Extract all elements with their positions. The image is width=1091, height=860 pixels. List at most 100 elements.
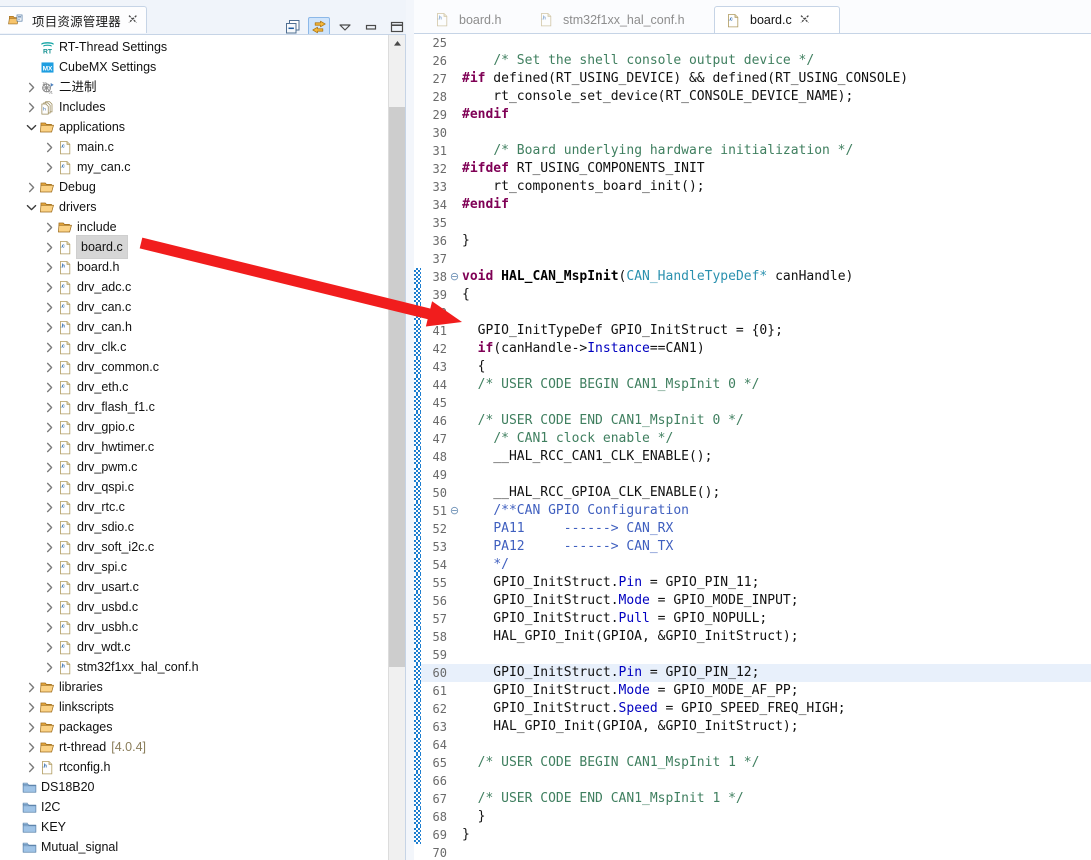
code-line[interactable]: 59	[414, 646, 1091, 664]
fold-collapse-icon[interactable]: ⊖	[449, 502, 460, 520]
chevron-right-icon[interactable]	[42, 557, 56, 577]
code-line[interactable]: 38 ⊖ void HAL_CAN_MspInit(CAN_HandleTypeDe…	[414, 268, 1091, 286]
chevron-right-icon[interactable]	[42, 357, 56, 377]
tree-item-main.c[interactable]: .c main.c	[0, 137, 388, 157]
code-line[interactable]: 65 /* USER CODE BEGIN CAN1_MspInit 1 */	[414, 754, 1091, 772]
tree-item-CubeMXSettings[interactable]: MX CubeMX Settings	[0, 57, 388, 77]
code-line[interactable]: 62 GPIO_InitStruct.Speed = GPIO_SPEED_FR…	[414, 700, 1091, 718]
chevron-right-icon[interactable]	[42, 297, 56, 317]
tree-scrollbar[interactable]	[388, 35, 405, 860]
chevron-right-icon[interactable]	[24, 677, 38, 697]
tree-item-drv_eth.c[interactable]: .c drv_eth.c	[0, 377, 388, 397]
code-line[interactable]: 40	[414, 304, 1091, 322]
chevron-right-icon[interactable]	[42, 497, 56, 517]
chevron-right-icon[interactable]	[42, 237, 56, 257]
code-line[interactable]: 53 PA12 ------> CAN_TX	[414, 538, 1091, 556]
tree-item-drv_usbh.c[interactable]: .c drv_usbh.c	[0, 617, 388, 637]
tree-item-rtconfig.h[interactable]: .h rtconfig.h	[0, 757, 388, 777]
chevron-right-icon[interactable]	[24, 97, 38, 117]
tree-item-include[interactable]: include	[0, 217, 388, 237]
code-line[interactable]: 54 */	[414, 556, 1091, 574]
code-line[interactable]: 27 #if defined(RT_USING_DEVICE) && define…	[414, 70, 1091, 88]
tree-item-stm32f1xx_hal_conf.h[interactable]: .h stm32f1xx_hal_conf.h	[0, 657, 388, 677]
tree-item-board.h[interactable]: .h board.h	[0, 257, 388, 277]
close-icon[interactable]	[800, 14, 810, 27]
code-line[interactable]: 63 HAL_GPIO_Init(GPIOA, &GPIO_InitStruct…	[414, 718, 1091, 736]
close-icon[interactable]	[128, 14, 138, 26]
chevron-right-icon[interactable]	[42, 537, 56, 557]
chevron-right-icon[interactable]	[42, 217, 56, 237]
tree-item-KEY[interactable]: KEY	[0, 817, 388, 837]
tree-item-drv_hwtimer.c[interactable]: .c drv_hwtimer.c	[0, 437, 388, 457]
tree-item-RT-ThreadSettings[interactable]: RT RT-Thread Settings	[0, 37, 388, 57]
code-line[interactable]: 28 rt_console_set_device(RT_CONSOLE_DEVI…	[414, 88, 1091, 106]
tree-item-linkscripts[interactable]: linkscripts	[0, 697, 388, 717]
tree-item-libraries[interactable]: libraries	[0, 677, 388, 697]
code-line[interactable]: 43 {	[414, 358, 1091, 376]
code-line[interactable]: 56 GPIO_InitStruct.Mode = GPIO_MODE_INPU…	[414, 592, 1091, 610]
code-line[interactable]: 50 __HAL_RCC_GPIOA_CLK_ENABLE();	[414, 484, 1091, 502]
tree-item-drv_flash_f1.c[interactable]: .c drv_flash_f1.c	[0, 397, 388, 417]
code-line[interactable]: 70	[414, 844, 1091, 860]
tree-item-DS18B20[interactable]: DS18B20	[0, 777, 388, 797]
code-line[interactable]: 58 HAL_GPIO_Init(GPIOA, &GPIO_InitStruct…	[414, 628, 1091, 646]
code-line[interactable]: 34 #endif	[414, 196, 1091, 214]
tree-item-drv_usbd.c[interactable]: .c drv_usbd.c	[0, 597, 388, 617]
code-line[interactable]: 51 ⊖ /**CAN GPIO Configuration	[414, 502, 1091, 520]
chevron-right-icon[interactable]	[42, 417, 56, 437]
tree-item-drivers[interactable]: drivers	[0, 197, 388, 217]
code-line[interactable]: 66	[414, 772, 1091, 790]
code-line[interactable]: 39 {	[414, 286, 1091, 304]
code-line[interactable]: 44 /* USER CODE BEGIN CAN1_MspInit 0 */	[414, 376, 1091, 394]
sash-splitter[interactable]	[406, 0, 414, 860]
code-line[interactable]: 41 GPIO_InitTypeDef GPIO_InitStruct = {0…	[414, 322, 1091, 340]
code-line[interactable]: 33 rt_components_board_init();	[414, 178, 1091, 196]
code-line[interactable]: 49	[414, 466, 1091, 484]
chevron-right-icon[interactable]	[42, 457, 56, 477]
tree-item-drv_can.c[interactable]: .c drv_can.c	[0, 297, 388, 317]
editor-tab-stm32f1xx_hal_conf.h[interactable]: .h stm32f1xx_hal_conf.h	[528, 6, 714, 33]
code-line[interactable]: 67 /* USER CODE END CAN1_MspInit 1 */	[414, 790, 1091, 808]
chevron-right-icon[interactable]	[42, 337, 56, 357]
tree-item-rt-thread[interactable]: rt-thread [4.0.4]	[0, 737, 388, 757]
chevron-right-icon[interactable]	[24, 77, 38, 97]
code-line[interactable]: 61 GPIO_InitStruct.Mode = GPIO_MODE_AF_P…	[414, 682, 1091, 700]
project-tree[interactable]: RT RT-Thread Settings MX CubeMX Settings 10 0…	[0, 37, 388, 857]
scroll-up-icon[interactable]	[389, 35, 405, 52]
tree-item-I2C[interactable]: I2C	[0, 797, 388, 817]
tree-item-drv_common.c[interactable]: .c drv_common.c	[0, 357, 388, 377]
tree-item-drv_clk.c[interactable]: .c drv_clk.c	[0, 337, 388, 357]
fold-collapse-icon[interactable]: ⊖	[449, 268, 460, 286]
chevron-right-icon[interactable]	[42, 657, 56, 677]
chevron-right-icon[interactable]	[42, 517, 56, 537]
chevron-down-icon[interactable]	[24, 117, 38, 137]
code-line[interactable]: 60 GPIO_InitStruct.Pin = GPIO_PIN_12;	[414, 664, 1091, 682]
code-line[interactable]: 45	[414, 394, 1091, 412]
tree-item-drv_sdio.c[interactable]: .c drv_sdio.c	[0, 517, 388, 537]
code-line[interactable]: 31 /* Board underlying hardware initiali…	[414, 142, 1091, 160]
code-line[interactable]: 64	[414, 736, 1091, 754]
tree-item-drv_rtc.c[interactable]: .c drv_rtc.c	[0, 497, 388, 517]
tree-item-Includes[interactable]: h Includes	[0, 97, 388, 117]
code-line[interactable]: 37	[414, 250, 1091, 268]
tree-item-drv_qspi.c[interactable]: .c drv_qspi.c	[0, 477, 388, 497]
tree-item-board.c[interactable]: .c board.c	[0, 235, 388, 259]
code-line[interactable]: 68 }	[414, 808, 1091, 826]
editor-tab-board.c[interactable]: .c board.c	[714, 6, 840, 33]
chevron-right-icon[interactable]	[42, 597, 56, 617]
chevron-right-icon[interactable]	[24, 717, 38, 737]
code-line[interactable]: 36}	[414, 232, 1091, 250]
tree-item-drv_soft_i2c.c[interactable]: .c drv_soft_i2c.c	[0, 537, 388, 557]
view-tab-project-explorer[interactable]: 项目资源管理器	[0, 6, 147, 33]
tree-item-drv_can.h[interactable]: .h drv_can.h	[0, 317, 388, 337]
code-line[interactable]: 69}	[414, 826, 1091, 844]
code-line[interactable]: 29 #endif	[414, 106, 1091, 124]
chevron-right-icon[interactable]	[42, 477, 56, 497]
chevron-down-icon[interactable]	[24, 197, 38, 217]
chevron-right-icon[interactable]	[24, 757, 38, 777]
code-line[interactable]: 30	[414, 124, 1091, 142]
code-line[interactable]: 48 __HAL_RCC_CAN1_CLK_ENABLE();	[414, 448, 1091, 466]
tree-item-[interactable]: 10 01 二进制	[0, 77, 388, 97]
chevron-right-icon[interactable]	[24, 737, 38, 757]
tree-item-drv_pwm.c[interactable]: .c drv_pwm.c	[0, 457, 388, 477]
